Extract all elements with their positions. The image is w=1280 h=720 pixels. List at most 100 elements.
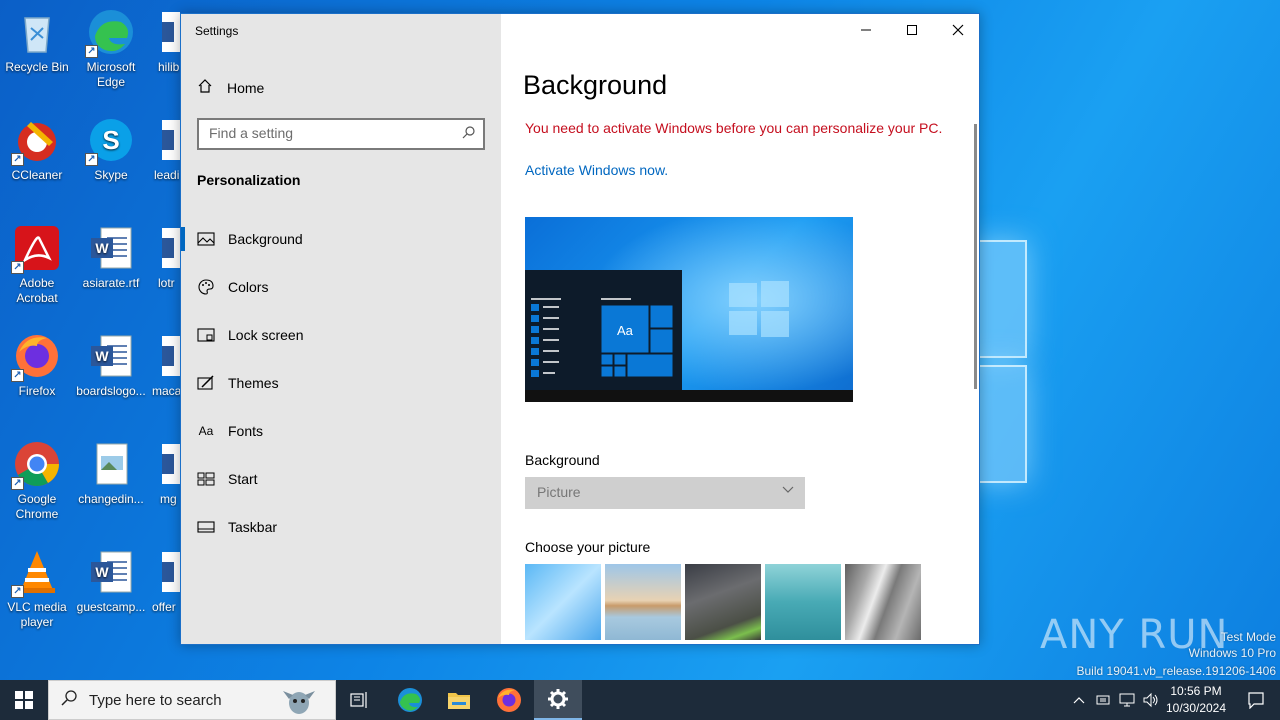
nav-home[interactable]: Home — [197, 78, 264, 97]
input-indicator-icon[interactable] — [1092, 680, 1114, 720]
content-scrollbar[interactable] — [974, 124, 977, 389]
nav-label: Fonts — [228, 423, 264, 439]
maximize-button[interactable] — [889, 14, 935, 46]
taskbar-edge[interactable] — [386, 680, 434, 720]
desktop-icon-guestcamp[interactable]: W guestcamp... — [74, 548, 148, 615]
taskbar-settings[interactable] — [534, 680, 582, 720]
desktop-icon-boardslogo[interactable]: W boardslogo... — [74, 332, 148, 399]
taskbar-search-box[interactable]: Type here to search — [48, 680, 336, 720]
desktop-icon-hilib[interactable]: hilib — [148, 8, 180, 75]
vlc-icon: ↗ — [11, 548, 61, 598]
picture-thumbnail-underwater[interactable] — [765, 564, 841, 640]
home-label: Home — [227, 79, 265, 96]
activation-warning: You need to activate Windows before you … — [525, 120, 943, 136]
taskbar-clock[interactable]: 10:56 PM 10/30/2024 — [1160, 683, 1232, 717]
background-preview: Aa — [525, 217, 853, 402]
taskbar-search-placeholder: Type here to search — [89, 691, 222, 709]
action-center-button[interactable] — [1232, 680, 1280, 720]
clock-date: 10/30/2024 — [1165, 701, 1227, 715]
nav-item-colors[interactable]: Colors — [181, 267, 501, 307]
search-highlight-icon — [281, 685, 317, 720]
word-document-icon: W — [87, 332, 135, 380]
nav-label: Background — [228, 231, 303, 247]
nav-item-lock-screen[interactable]: Lock screen — [181, 315, 501, 355]
volume-icon[interactable] — [1140, 680, 1162, 720]
taskbar-firefox[interactable] — [485, 680, 533, 720]
skype-icon: S ↗ — [85, 116, 135, 166]
desktop-icon-leadi[interactable]: leadi — [148, 116, 180, 183]
nav-item-themes[interactable]: Themes — [181, 363, 501, 403]
activate-windows-link[interactable]: Activate Windows now. — [525, 162, 668, 178]
desktop-icon-adobe-acrobat[interactable]: ↗ Adobe Acrobat — [0, 224, 74, 306]
picture-thumbnail-rock[interactable] — [845, 564, 921, 640]
taskbar-file-explorer[interactable] — [435, 680, 483, 720]
chevron-down-icon — [781, 482, 795, 499]
svg-text:S: S — [102, 125, 119, 155]
window-title: Settings — [195, 24, 239, 38]
palette-icon — [197, 278, 215, 296]
preview-tile-text: Aa — [617, 323, 633, 338]
desktop-icon-chrome[interactable]: ↗ Google Chrome — [0, 440, 74, 522]
desktop-icon-firefox[interactable]: ↗ Firefox — [0, 332, 74, 399]
taskbar-icon — [197, 518, 215, 536]
nav-label: Colors — [228, 279, 269, 295]
desktop-icon-lotr[interactable]: lotr — [148, 224, 180, 291]
word-document-icon: W — [87, 548, 135, 596]
nav-label: Themes — [228, 375, 279, 391]
acrobat-icon: ↗ — [11, 224, 61, 274]
word-document-icon — [162, 116, 180, 164]
edge-icon: ↗ — [85, 8, 135, 58]
start-button[interactable] — [0, 680, 48, 720]
task-view-button[interactable] — [336, 680, 384, 720]
brush-icon — [197, 374, 215, 392]
clock-time: 10:56 PM — [1170, 684, 1222, 698]
taskbar: Type here to search 10:56 PM 10/30/2024 — [0, 680, 1280, 720]
recycle-bin-icon — [13, 8, 61, 56]
firefox-icon: ↗ — [11, 332, 61, 382]
nav-item-taskbar[interactable]: Taskbar — [181, 507, 501, 547]
minimize-button[interactable] — [843, 14, 889, 46]
start-icon — [197, 470, 215, 488]
desktop-icon-asiarate[interactable]: W asiarate.rtf — [74, 224, 148, 291]
windows-wallpaper-logo — [975, 235, 1035, 485]
image-file-icon — [87, 440, 135, 488]
search-icon — [61, 690, 77, 710]
settings-window: Settings Home Find a setting Personaliza… — [180, 13, 980, 645]
show-hidden-icons-button[interactable] — [1068, 680, 1090, 720]
nav-label: Lock screen — [228, 327, 304, 343]
font-icon: Aa — [198, 424, 214, 438]
picture-thumbnail-night-sky[interactable] — [685, 564, 761, 640]
nav-label: Taskbar — [228, 519, 278, 535]
network-icon[interactable] — [1116, 680, 1138, 720]
settings-sidebar: Settings Home Find a setting Personaliza… — [181, 14, 501, 644]
chrome-icon: ↗ — [11, 440, 61, 490]
close-button[interactable] — [935, 14, 981, 46]
desktop-icon-edge[interactable]: ↗ Microsoft Edge — [74, 8, 148, 90]
word-document-icon — [162, 224, 180, 272]
find-setting-input[interactable]: Find a setting — [197, 118, 485, 150]
background-type-label: Background — [525, 452, 600, 468]
choose-picture-label: Choose your picture — [525, 539, 651, 555]
desktop-icon-skype[interactable]: S ↗ Skype — [74, 116, 148, 183]
desktop-icon-maca[interactable]: maca — [148, 332, 180, 399]
word-document-icon: W — [87, 224, 135, 272]
section-title: Personalization — [197, 172, 301, 188]
picture-thumbnail-windows[interactable] — [525, 564, 601, 640]
word-document-icon — [162, 332, 180, 380]
nav-item-start[interactable]: Start — [181, 459, 501, 499]
search-placeholder: Find a setting — [209, 125, 294, 141]
preview-taskbar — [525, 390, 853, 402]
desktop-icon-ccleaner[interactable]: ↗ CCleaner — [0, 116, 74, 183]
desktop-icon-mg[interactable]: mg — [148, 440, 180, 507]
picture-icon — [197, 230, 215, 248]
picture-thumbnail-beach[interactable] — [605, 564, 681, 640]
nav-item-fonts[interactable]: Aa Fonts — [181, 411, 501, 451]
nav-item-background[interactable]: Background — [181, 219, 501, 259]
home-icon — [197, 78, 213, 97]
desktop-icon-vlc[interactable]: ↗ VLC media player — [0, 548, 74, 630]
background-type-dropdown[interactable]: Picture — [525, 477, 805, 509]
svg-text:W: W — [95, 564, 109, 580]
desktop-icon-recycle-bin[interactable]: Recycle Bin — [0, 8, 74, 75]
desktop-icon-changedin[interactable]: changedin... — [74, 440, 148, 507]
desktop-icon-offer[interactable]: offer — [148, 548, 180, 615]
